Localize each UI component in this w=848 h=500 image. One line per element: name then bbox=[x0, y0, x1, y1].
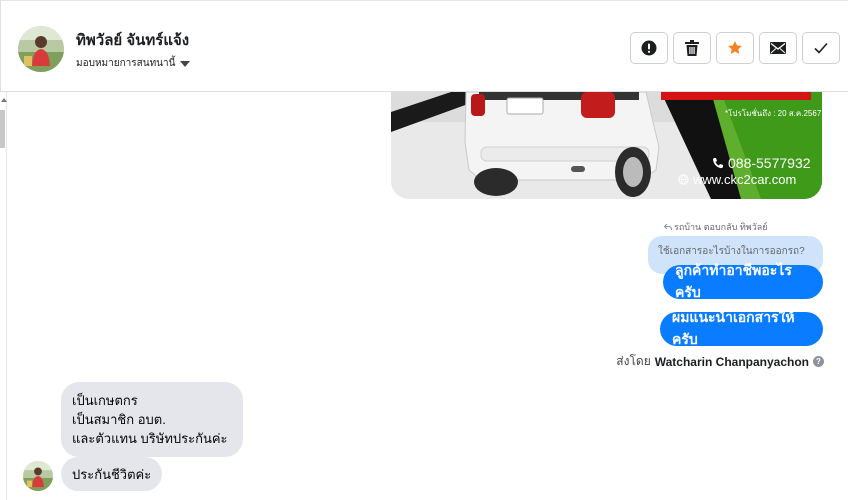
sent-by-prefix: ส่งโดย bbox=[616, 354, 651, 368]
phone-icon bbox=[713, 158, 723, 169]
scroll-up-arrow-icon[interactable] bbox=[1, 98, 7, 102]
car-image-attachment[interactable]: *โปรโมชั่นถึง : 20 ส.ค.2567 088-5577932 … bbox=[391, 92, 822, 199]
promo-text: *โปรโมชั่นถึง : 20 ส.ค.2567 bbox=[725, 109, 822, 118]
phone-number: 088-5577932 bbox=[728, 155, 811, 171]
message-line: เป็นสมาชิก อบต. bbox=[72, 412, 166, 427]
mark-unread-button[interactable] bbox=[759, 32, 797, 64]
conversation-header: ทิพวัลย์ จันทร์แจ้ง มอบหมายการสนทนานี้ bbox=[0, 0, 848, 92]
assign-label: มอบหมายการสนทนานี้ bbox=[76, 58, 176, 69]
reply-meta: รถบ้าน ตอบกลับ ทิพวัลย์ bbox=[664, 220, 768, 234]
exclamation-circle-icon bbox=[641, 40, 657, 56]
contact-avatar-small[interactable] bbox=[23, 461, 53, 491]
envelope-icon bbox=[770, 42, 786, 54]
incoming-message[interactable]: ประกันชีวิตค่ะ bbox=[61, 457, 163, 491]
sent-by-line: ส่งโดย Watcharin Chanpanyachon ? bbox=[616, 352, 824, 371]
phone-line: 088-5577932 bbox=[712, 155, 811, 171]
reply-meta-text: รถบ้าน ตอบกลับ ทิพวัลย์ bbox=[674, 222, 768, 232]
star-button[interactable] bbox=[716, 32, 754, 64]
outgoing-message[interactable]: ลูกค้าทำอาชีพอะไรครับ bbox=[663, 262, 823, 300]
star-icon bbox=[728, 41, 742, 54]
user-avatar-icon bbox=[23, 461, 53, 491]
user-avatar-icon bbox=[18, 26, 64, 72]
outgoing-message[interactable]: ผมแนะนำเอกสารให้ครับ bbox=[660, 309, 823, 347]
checkmark-icon bbox=[814, 42, 828, 54]
report-spam-button[interactable] bbox=[630, 32, 668, 64]
website-line: www.ckc2car.com bbox=[678, 172, 796, 187]
assign-conversation-dropdown[interactable]: มอบหมายการสนทนานี้ bbox=[76, 56, 191, 71]
contact-avatar[interactable] bbox=[18, 26, 64, 72]
message-text: ผมแนะนำเอกสารให้ครับ bbox=[672, 309, 795, 347]
quoted-message-text: ใช้เอกสารอะไรบ้างในการออกรถ? bbox=[658, 246, 805, 257]
message-line: และตัวแทน บริษัทประกันค่ะ bbox=[72, 431, 228, 446]
message-line: เป็นเกษตกร bbox=[72, 393, 138, 408]
incoming-message[interactable]: เป็นเกษตกร เป็นสมาชิก อบต. และตัวแทน บริ… bbox=[61, 382, 243, 457]
trash-icon bbox=[685, 40, 699, 56]
mark-done-button[interactable] bbox=[802, 32, 840, 64]
website-url: www.ckc2car.com bbox=[693, 172, 797, 187]
message-text: ประกันชีวิตค่ะ bbox=[72, 466, 152, 482]
conversation-toolbar bbox=[630, 32, 840, 64]
globe-icon bbox=[678, 174, 689, 185]
caret-down-icon bbox=[180, 60, 191, 67]
reply-arrow-icon bbox=[664, 223, 672, 231]
delete-button[interactable] bbox=[673, 32, 711, 64]
contact-name: ทิพวัลย์ จันทร์แจ้ง bbox=[76, 32, 190, 49]
message-scrollbar[interactable] bbox=[0, 92, 7, 500]
sender-name: Watcharin Chanpanyachon bbox=[654, 354, 809, 369]
scrollbar-thumb[interactable] bbox=[0, 110, 5, 148]
message-text: ลูกค้าทำอาชีพอะไรครับ bbox=[675, 262, 792, 300]
help-icon[interactable]: ? bbox=[813, 356, 824, 367]
